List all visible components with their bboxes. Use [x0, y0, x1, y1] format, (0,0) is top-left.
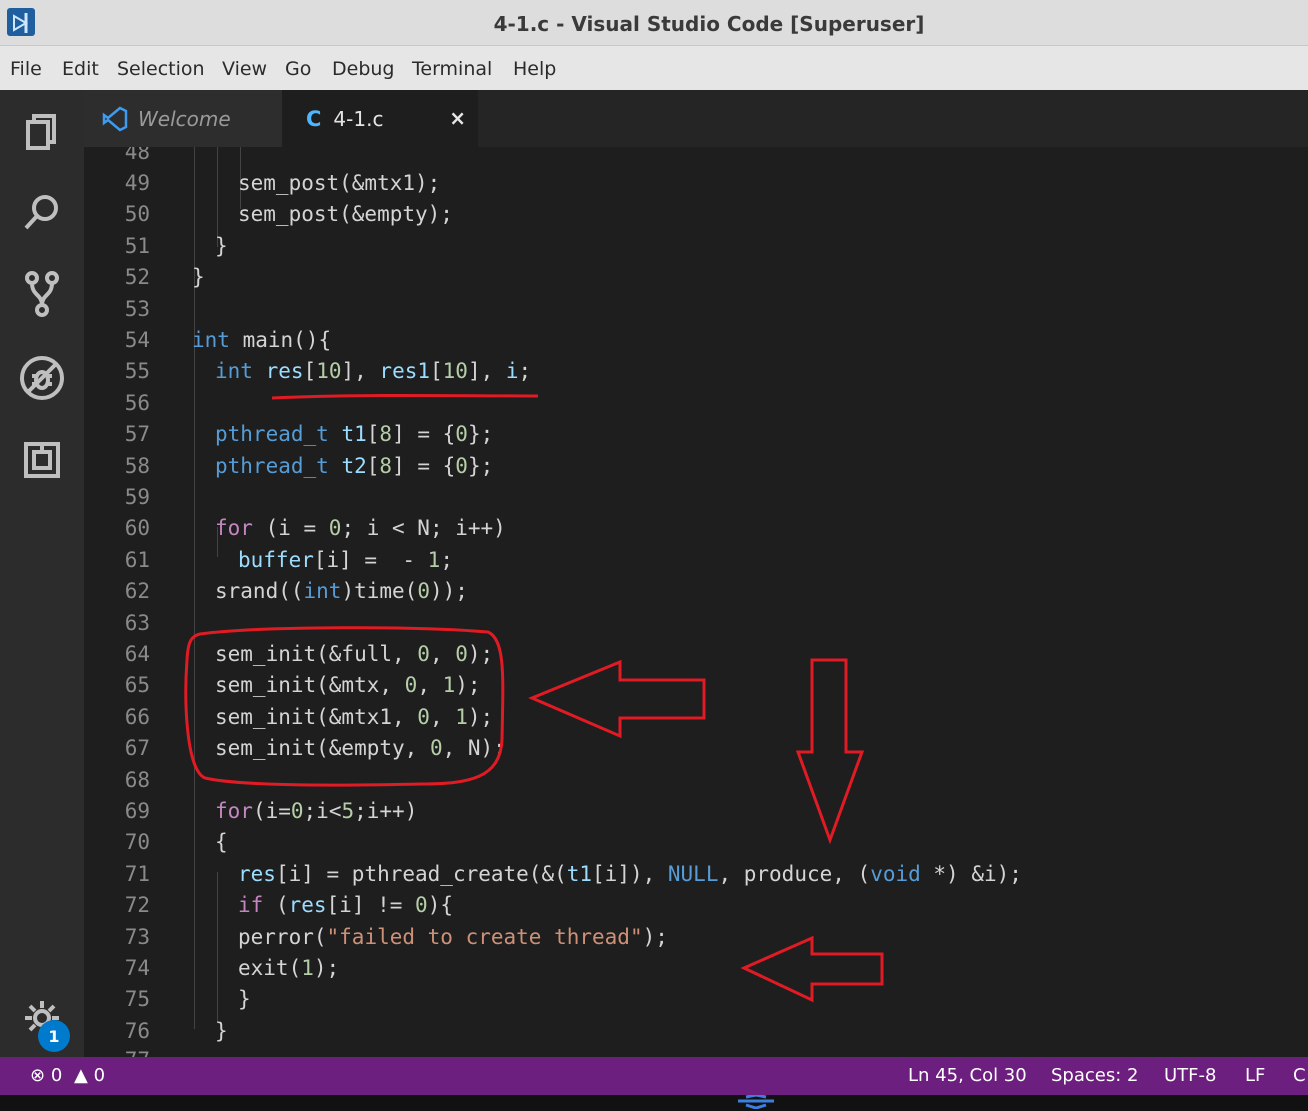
line-number: 68: [124, 768, 150, 792]
problems-indicator[interactable]: ⊗ 0 ▲ 0: [30, 1065, 105, 1086]
line-number: 64: [124, 642, 150, 666]
line-number: 50: [124, 202, 150, 226]
line-number: 62: [124, 579, 150, 603]
indent-guide: [194, 309, 195, 1029]
warning-count: 0: [93, 1065, 106, 1086]
line-number: 76: [124, 1019, 150, 1043]
window-title: 4-1.c - Visual Studio Code [Superuser]: [493, 12, 925, 36]
line-number: 57: [124, 422, 150, 446]
code-line: srand((int)time(0));: [215, 579, 468, 603]
tab-bar: Welcome C 4-1.c ×: [84, 90, 1308, 147]
encoding[interactable]: UTF-8: [1164, 1065, 1216, 1086]
line-number: 60: [124, 516, 150, 540]
extensions-icon[interactable]: [0, 430, 84, 490]
line-number: 48: [124, 147, 150, 164]
code-line: }: [215, 1019, 228, 1043]
tok-int: int: [192, 328, 230, 352]
menu-edit[interactable]: Edit: [62, 58, 99, 80]
code-line: sem_init(&full, 0, 0);: [215, 642, 494, 666]
line-number: 49: [124, 171, 150, 195]
line-number: 70: [124, 830, 150, 854]
title-bar: 4-1.c - Visual Studio Code [Superuser]: [0, 0, 1308, 46]
line-number: 75: [124, 987, 150, 1011]
menu-file[interactable]: File: [10, 58, 42, 80]
code-line: for (i = 0; i < N; i++): [215, 516, 506, 540]
menu-terminal[interactable]: Terminal: [412, 58, 492, 80]
code-line: {: [215, 830, 228, 854]
code-line: int main(){: [192, 328, 332, 352]
c-file-icon: C: [306, 106, 322, 131]
line-number: 72: [124, 893, 150, 917]
line-number: 53: [124, 297, 150, 321]
menu-selection[interactable]: Selection: [117, 58, 205, 80]
code-line: }: [215, 234, 228, 258]
debug-icon[interactable]: [0, 348, 84, 408]
line-number: 74: [124, 956, 150, 980]
code-line: }: [192, 265, 205, 289]
code-line: sem_init(&empty, 0, N);: [215, 736, 506, 760]
tab-label: 4-1.c: [333, 106, 384, 131]
line-number: 52: [124, 265, 150, 289]
code-line: exit(1);: [238, 956, 340, 980]
line-number: 51: [124, 234, 150, 258]
indent-guide: [217, 147, 218, 247]
line-number: 67: [124, 736, 150, 760]
vscode-logo-icon: [102, 106, 128, 131]
code-line: }: [238, 987, 251, 1011]
line-number: 59: [124, 485, 150, 509]
line-number: 66: [124, 705, 150, 729]
code-line: res[i] = pthread_create(&(t1[i]), NULL, …: [238, 862, 1022, 886]
line-number: 69: [124, 799, 150, 823]
code-line: for(i=0;i<5;i++): [215, 799, 418, 823]
code-line: pthread_t t2[8] = {0};: [215, 454, 494, 478]
menu-debug[interactable]: Debug: [332, 58, 394, 80]
code-line: pthread_t t1[8] = {0};: [215, 422, 494, 446]
code-line: int res[10], res1[10], i;: [215, 359, 532, 383]
indentation[interactable]: Spaces: 2: [1051, 1065, 1138, 1086]
menu-help[interactable]: Help: [513, 58, 556, 80]
language-mode[interactable]: C: [1293, 1065, 1306, 1086]
line-number: 77: [84, 1048, 150, 1057]
code-line: sem_init(&mtx1, 0, 1);: [215, 705, 494, 729]
settings-badge: 1: [38, 1020, 70, 1052]
indent-guide: [217, 872, 218, 1022]
menu-go[interactable]: Go: [285, 58, 311, 80]
code-line: sem_post(&mtx1);: [238, 171, 441, 195]
line-number: 65: [124, 673, 150, 697]
tab-welcome[interactable]: Welcome: [84, 90, 282, 147]
code-line: if (res[i] != 0){: [238, 893, 453, 917]
code-line: sem_post(&empty);: [238, 202, 453, 226]
tab-4-1-c[interactable]: C 4-1.c ×: [282, 90, 478, 147]
close-icon[interactable]: ×: [449, 106, 466, 130]
line-number: 56: [124, 391, 150, 415]
code-line: perror("failed to create thread");: [238, 925, 668, 949]
end-of-line[interactable]: LF: [1245, 1065, 1265, 1086]
panel-toggle-icon[interactable]: [734, 1095, 778, 1109]
bottom-strip: [0, 1095, 1308, 1111]
error-icon: ⊗: [30, 1065, 46, 1086]
line-number: 61: [124, 548, 150, 572]
line-number: 73: [124, 925, 150, 949]
code-line: buffer[i] = - 1;: [238, 548, 453, 572]
status-bar: ⊗ 0 ▲ 0 Ln 45, Col 30 Spaces: 2 UTF-8 LF…: [0, 1057, 1308, 1095]
warning-icon: ▲: [74, 1065, 88, 1086]
line-number: 54: [124, 328, 150, 352]
search-icon[interactable]: [0, 182, 84, 242]
line-number: 58: [124, 454, 150, 478]
code-line: sem_init(&mtx, 0, 1);: [215, 673, 481, 697]
cursor-position[interactable]: Ln 45, Col 30: [908, 1065, 1027, 1086]
explorer-icon[interactable]: [0, 102, 84, 162]
line-number: 63: [124, 611, 150, 635]
error-count: 0: [50, 1065, 63, 1086]
menu-bar: File Edit Selection View Go Debug Termin…: [0, 46, 1308, 90]
menu-view[interactable]: View: [222, 58, 267, 80]
line-number: 71: [124, 862, 150, 886]
source-control-icon[interactable]: [0, 264, 84, 324]
code-editor[interactable]: 48 49 sem_post(&mtx1); 50 sem_post(&empt…: [84, 147, 1308, 1057]
line-number: 55: [124, 359, 150, 383]
tab-label: Welcome: [138, 106, 231, 131]
activity-bar: 1: [0, 90, 84, 1057]
